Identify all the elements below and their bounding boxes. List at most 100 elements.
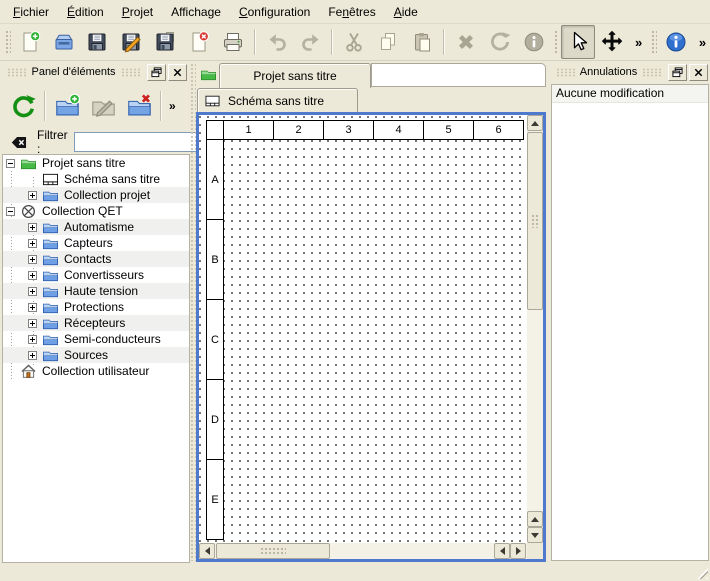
toolbar-separator: [443, 29, 445, 55]
menu-fenetres[interactable]: Fenêtres: [319, 2, 384, 22]
horizontal-scroll-thumb[interactable]: [216, 543, 330, 559]
copy-button[interactable]: [371, 25, 405, 59]
status-bar: [0, 562, 710, 581]
menu-aide[interactable]: Aide: [385, 2, 427, 22]
scroll-up-button-2[interactable]: [527, 511, 543, 527]
tab-projet-sans-titre[interactable]: Projet sans titre: [219, 63, 371, 88]
undo-button[interactable]: [260, 25, 294, 59]
tree-item-semi-conducteurs[interactable]: Semi-conducteurs: [3, 331, 189, 347]
tree-item-capteurs[interactable]: Capteurs: [3, 235, 189, 251]
scroll-left-button[interactable]: [199, 543, 215, 559]
delete-category-button[interactable]: [121, 87, 157, 125]
expander-expand-icon[interactable]: [28, 271, 37, 280]
expander-expand-icon[interactable]: [28, 191, 37, 200]
restore-icon: [672, 67, 683, 78]
reload-collections-button[interactable]: [5, 87, 41, 125]
save-all-button[interactable]: [148, 25, 182, 59]
rotate-button[interactable]: [483, 25, 517, 59]
folder-icon: [42, 188, 59, 203]
expander-expand-icon[interactable]: [28, 319, 37, 328]
expander-expand-icon[interactable]: [28, 335, 37, 344]
scroll-down-button[interactable]: [527, 527, 543, 543]
toolbar-drag-handle[interactable]: [553, 29, 560, 55]
folder-icon: [42, 300, 59, 315]
expander-expand-icon[interactable]: [28, 287, 37, 296]
open-document-button[interactable]: [47, 25, 81, 59]
toolbar-drag-handle[interactable]: [650, 29, 657, 55]
redo-button[interactable]: [294, 25, 328, 59]
tree-item-recepteurs[interactable]: Récepteurs: [3, 315, 189, 331]
menu-edition[interactable]: Édition: [58, 2, 113, 22]
qelectrotech-window: FichierÉditionProjetAffichageConfigurati…: [0, 0, 710, 581]
clear-filter-button[interactable]: [8, 133, 29, 152]
tree-item-haute-tension[interactable]: Haute tension: [3, 283, 189, 299]
tree-item-label: Protections: [64, 300, 124, 314]
toolbar-drag-handle[interactable]: [4, 29, 11, 55]
delete-button[interactable]: [449, 25, 483, 59]
horizontal-scrollbar[interactable]: [199, 543, 527, 559]
undo-history-item[interactable]: Aucune modification: [552, 85, 708, 103]
tree-item-collection-qet[interactable]: Collection QET: [3, 203, 189, 219]
scroll-up-button[interactable]: [527, 115, 543, 131]
tree-item-automatisme[interactable]: Automatisme: [3, 219, 189, 235]
toolbar-overflow-button[interactable]: »: [169, 99, 176, 113]
project-tab-label: Projet sans titre: [253, 69, 336, 83]
move-elements-button[interactable]: [595, 25, 629, 59]
elements-panel-titlebar[interactable]: Panel d'éléments: [2, 62, 188, 82]
about-info-button[interactable]: [659, 25, 693, 59]
expander-expand-icon[interactable]: [28, 255, 37, 264]
close-dock-button[interactable]: [689, 64, 708, 81]
float-dock-button[interactable]: [147, 64, 166, 81]
tree-item-collection-projet[interactable]: Collection projet: [3, 187, 189, 203]
edit-category-button[interactable]: [85, 87, 121, 125]
resize-grip[interactable]: [694, 565, 708, 579]
tree-item-schema-sans-titre[interactable]: Schéma sans titre: [3, 171, 189, 187]
close-dock-button[interactable]: [168, 64, 187, 81]
save-button[interactable]: [80, 25, 114, 59]
close-document-button[interactable]: [182, 25, 216, 59]
home-icon: [20, 364, 37, 379]
new-category-button[interactable]: [49, 87, 85, 125]
scroll-left-button-2[interactable]: [494, 543, 510, 559]
expander-expand-icon[interactable]: [28, 303, 37, 312]
menu-configuration[interactable]: Configuration: [230, 2, 319, 22]
tree-item-convertisseurs[interactable]: Convertisseurs: [3, 267, 189, 283]
expander-expand-icon[interactable]: [28, 239, 37, 248]
tree-item-contacts[interactable]: Contacts: [3, 251, 189, 267]
tab-bar-filler: [371, 63, 546, 87]
menu-projet[interactable]: Projet: [113, 2, 162, 22]
expander-expand-icon[interactable]: [28, 351, 37, 360]
menu-fichier[interactable]: Fichier: [4, 2, 58, 22]
menu-affichage[interactable]: Affichage: [162, 2, 230, 22]
select-pointer-button[interactable]: [561, 25, 595, 59]
toolbar-separator: [254, 29, 256, 55]
vertical-scrollbar[interactable]: [527, 115, 543, 543]
tree-item-sources[interactable]: Sources: [3, 347, 189, 363]
tree-item-protections[interactable]: Protections: [3, 299, 189, 315]
new-document-button[interactable]: [13, 25, 47, 59]
vertical-scroll-thumb[interactable]: [527, 132, 543, 310]
expander-collapse-icon[interactable]: [6, 159, 15, 168]
dock-splitter[interactable]: [189, 62, 196, 561]
paste-button[interactable]: [405, 25, 439, 59]
scroll-right-button[interactable]: [510, 543, 526, 559]
print-button[interactable]: [216, 25, 250, 59]
tab-schema-sans-titre[interactable]: Schéma sans titre: [197, 88, 358, 112]
save-as-button[interactable]: [114, 25, 148, 59]
up-arrow-icon: [531, 517, 539, 522]
expander-collapse-icon[interactable]: [6, 207, 15, 216]
expander-expand-icon[interactable]: [28, 223, 37, 232]
tree-item-collection-utilisateur[interactable]: Collection utilisateur: [3, 363, 189, 379]
toolbar-overflow-button[interactable]: »: [695, 35, 710, 50]
undo-panel-dock: Annulations Aucune modification: [551, 62, 709, 561]
schema-canvas[interactable]: 123456ABCDE: [199, 115, 543, 559]
float-dock-button[interactable]: [668, 64, 687, 81]
folder-icon: [42, 316, 59, 331]
cut-button[interactable]: [337, 25, 371, 59]
tree-item-label: Collection projet: [64, 188, 150, 202]
toolbar-overflow-button[interactable]: »: [631, 35, 646, 50]
properties-button[interactable]: [517, 25, 551, 59]
tree-item-projet-sans-titre[interactable]: Projet sans titre: [3, 155, 189, 171]
row-header-E: E: [206, 459, 224, 540]
undo-panel-titlebar[interactable]: Annulations: [551, 62, 709, 82]
